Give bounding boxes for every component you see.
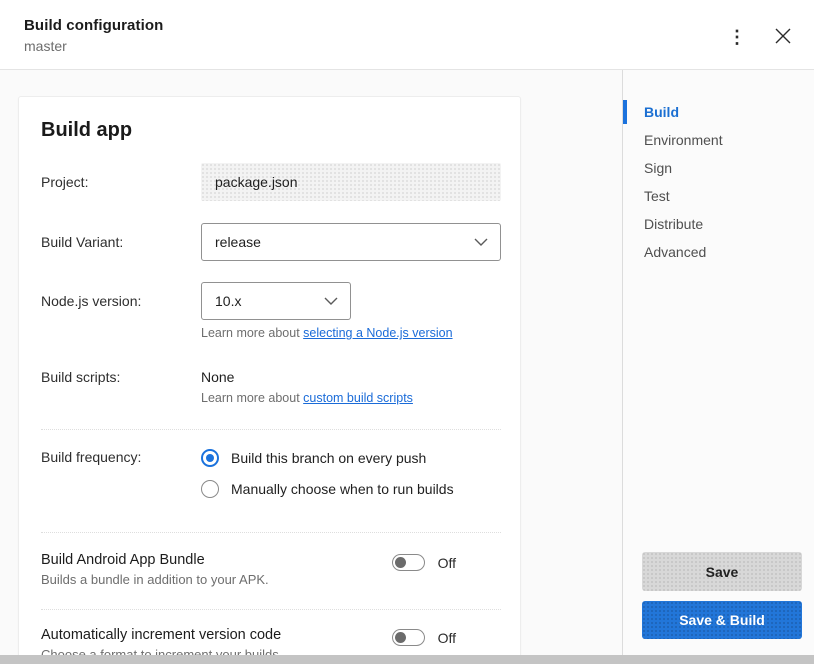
- node-version-value: 10.x: [215, 293, 242, 309]
- card-heading: Build app: [41, 119, 133, 141]
- build-scripts-label: Build scripts:: [41, 369, 121, 385]
- build-variant-select[interactable]: release: [201, 223, 501, 261]
- android-app-bundle-row: Build Android App Bundle Builds a bundle…: [41, 552, 501, 587]
- radio-option-manual[interactable]: Manually choose when to run builds: [201, 480, 454, 498]
- toggle-state-label: Off: [437, 554, 456, 571]
- node-version-helper: Learn more about selecting a Node.js ver…: [201, 326, 453, 340]
- toggle-state-label: Off: [437, 629, 456, 646]
- divider: [41, 609, 501, 610]
- build-frequency-label: Build frequency:: [41, 449, 142, 465]
- sidebar-item-advanced[interactable]: Advanced: [623, 238, 814, 266]
- divider: [41, 429, 501, 430]
- radio-unchecked-icon: [201, 480, 219, 498]
- close-icon: [774, 27, 792, 48]
- divider: [41, 532, 501, 533]
- build-frequency-row: Build frequency: Build this branch on ev…: [41, 449, 501, 513]
- project-field: package.json: [201, 163, 501, 201]
- toggle-knob: [394, 632, 406, 643]
- sidebar-item-label: Test: [644, 188, 670, 204]
- sidebar-item-sign[interactable]: Sign: [623, 154, 814, 182]
- build-app-card: Build app Project: package.json Build Va…: [18, 96, 521, 664]
- kebab-icon: ⋮: [728, 27, 746, 47]
- modal-body: Build app Project: package.json Build Va…: [0, 70, 814, 664]
- node-version-link[interactable]: selecting a Node.js version: [303, 326, 452, 340]
- increment-version-toggle[interactable]: [391, 629, 425, 646]
- radio-option-every-push[interactable]: Build this branch on every push: [201, 449, 454, 467]
- node-version-label: Node.js version:: [41, 293, 142, 309]
- sidebar-item-label: Distribute: [644, 216, 704, 232]
- build-variant-label: Build Variant:: [41, 234, 124, 250]
- build-scripts-value: None: [201, 369, 235, 385]
- project-value: package.json: [215, 174, 298, 190]
- android-app-bundle-description: Builds a bundle in addition to your APK.: [41, 572, 269, 587]
- sidebar-item-test[interactable]: Test: [623, 182, 814, 210]
- radio-checked-icon: [201, 449, 219, 467]
- sidebar-nav: Build Environment Sign Test Distribute A…: [623, 98, 814, 266]
- build-frequency-options: Build this branch on every push Manually…: [201, 449, 454, 498]
- helper-text: Learn more about: [201, 326, 304, 340]
- build-variant-value: release: [215, 234, 261, 250]
- increment-version-title: Automatically increment version code: [41, 627, 282, 643]
- sidebar-item-label: Environment: [644, 132, 723, 148]
- helper-text: Learn more about: [201, 391, 304, 405]
- sidebar-item-label: Sign: [644, 160, 673, 176]
- toggle-texts: Build Android App Bundle Builds a bundle…: [41, 552, 421, 587]
- project-row: Project: package.json: [41, 163, 501, 201]
- sidebar-item-distribute[interactable]: Distribute: [623, 210, 814, 238]
- save-and-build-button[interactable]: Save & Build: [642, 601, 802, 639]
- build-scripts-helper: Learn more about custom build scripts: [201, 391, 413, 405]
- kebab-menu-button[interactable]: ⋮: [724, 24, 750, 50]
- toggle-control: Off: [391, 554, 456, 571]
- android-app-bundle-title: Build Android App Bundle: [41, 552, 205, 568]
- radio-label: Manually choose when to run builds: [231, 481, 454, 497]
- header-titles: Build configuration master: [24, 17, 163, 54]
- branch-name: master: [24, 38, 67, 54]
- close-button[interactable]: [770, 24, 796, 50]
- build-variant-row: Build Variant: release: [41, 223, 501, 261]
- toggle-knob: [394, 557, 406, 568]
- chevron-down-icon: [474, 238, 488, 246]
- node-version-row: Node.js version: 10.x: [41, 282, 501, 320]
- build-scripts-link[interactable]: custom build scripts: [303, 391, 413, 405]
- sidebar-item-label: Build: [644, 104, 679, 120]
- sidebar-item-build[interactable]: Build: [623, 98, 814, 126]
- toggle-control: Off: [391, 629, 456, 646]
- sidebar-item-environment[interactable]: Environment: [623, 126, 814, 154]
- modal-title: Build configuration: [24, 17, 164, 34]
- project-label: Project:: [41, 174, 89, 190]
- chevron-down-icon: [324, 297, 338, 305]
- build-scripts-row: Build scripts: None: [41, 369, 501, 389]
- save-button[interactable]: Save: [642, 552, 802, 591]
- modal-header: Build configuration master ⋮: [0, 0, 814, 70]
- radio-label: Build this branch on every push: [231, 450, 427, 466]
- node-version-select[interactable]: 10.x: [201, 282, 351, 320]
- android-app-bundle-toggle[interactable]: [391, 554, 425, 571]
- build-configuration-modal: Build configuration master ⋮ Build app P…: [0, 0, 814, 664]
- sidebar-item-label: Advanced: [644, 244, 707, 260]
- window-bottom-edge: [0, 655, 814, 664]
- settings-sidebar: Build Environment Sign Test Distribute A…: [622, 70, 814, 664]
